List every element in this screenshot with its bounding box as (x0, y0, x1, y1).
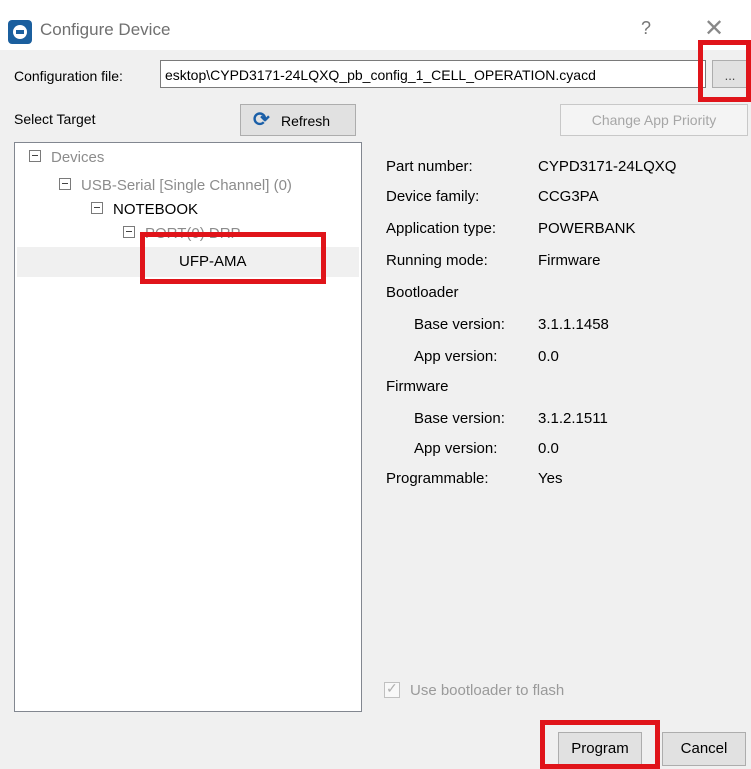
bootloader-label: Bootloader (386, 284, 459, 301)
tree-node-notebook[interactable]: NOTEBOOK (91, 201, 198, 218)
running-mode-label: Running mode: (386, 252, 488, 269)
change-app-priority-button[interactable]: Change App Priority (560, 104, 748, 136)
window-title: Configure Device (40, 20, 171, 39)
collapse-icon[interactable] (59, 178, 71, 190)
cancel-button[interactable]: Cancel (662, 732, 746, 766)
tree-label: NOTEBOOK (113, 201, 199, 218)
tree-node-usb-serial[interactable]: USB-Serial [Single Channel] (0) (59, 177, 292, 194)
use-bootloader-label: Use bootloader to flash (410, 682, 565, 699)
tree-node-devices[interactable]: Devices (29, 149, 104, 166)
firmware-label: Firmware (386, 378, 449, 395)
tree-label: USB-Serial [Single Channel] (0) (81, 177, 292, 194)
collapse-icon[interactable] (123, 226, 135, 238)
fw-base-version-value: 3.1.2.1511 (538, 410, 608, 427)
ufp-highlight-box (140, 232, 326, 284)
programmable-value: Yes (538, 470, 563, 487)
fw-base-version-label: Base version: (414, 410, 505, 427)
browse-highlight-box (698, 40, 751, 102)
application-type-value: POWERBANK (538, 220, 636, 237)
tree-label: Devices (51, 149, 105, 166)
app-logo-icon (8, 20, 32, 44)
help-button[interactable]: ? (641, 18, 651, 39)
device-family-label: Device family: (386, 188, 480, 205)
program-highlight-box (540, 720, 660, 769)
refresh-icon: ⟳ (253, 109, 270, 131)
part-number-value: CYPD3171-24LQXQ (538, 158, 677, 175)
device-family-value: CCG3PA (538, 188, 599, 205)
part-number-label: Part number: (386, 158, 473, 175)
device-details-panel: Part number: CYPD3171-24LQXQ Device fami… (376, 142, 748, 712)
bl-base-version-label: Base version: (414, 316, 505, 333)
programmable-label: Programmable: (386, 470, 489, 487)
fw-app-version-label: App version: (414, 440, 498, 457)
config-file-label: Configuration file: (14, 68, 123, 84)
running-mode-value: Firmware (538, 252, 601, 269)
config-file-field[interactable]: esktop\CYPD3171-24LQXQ_pb_config_1_CELL_… (160, 60, 706, 88)
bl-app-version-label: App version: (414, 348, 498, 365)
refresh-label: Refresh (281, 113, 331, 129)
close-icon[interactable]: ✕ (704, 14, 724, 43)
select-target-label: Select Target (14, 111, 96, 127)
application-type-label: Application type: (386, 220, 497, 237)
bl-base-version-value: 3.1.1.1458 (538, 316, 609, 333)
use-bootloader-checkbox[interactable] (384, 680, 400, 698)
device-tree[interactable]: Devices USB-Serial [Single Channel] (0) … (14, 142, 362, 712)
title-bar: Configure Device ? ✕ (0, 0, 751, 50)
configure-device-window: Configure Device ? ✕ Configuration file:… (0, 0, 751, 769)
collapse-icon[interactable] (91, 202, 103, 214)
bl-app-version-value: 0.0 (538, 348, 559, 365)
fw-app-version-value: 0.0 (538, 440, 559, 457)
refresh-button[interactable]: ⟳ Refresh (240, 104, 356, 136)
collapse-icon[interactable] (29, 150, 41, 162)
